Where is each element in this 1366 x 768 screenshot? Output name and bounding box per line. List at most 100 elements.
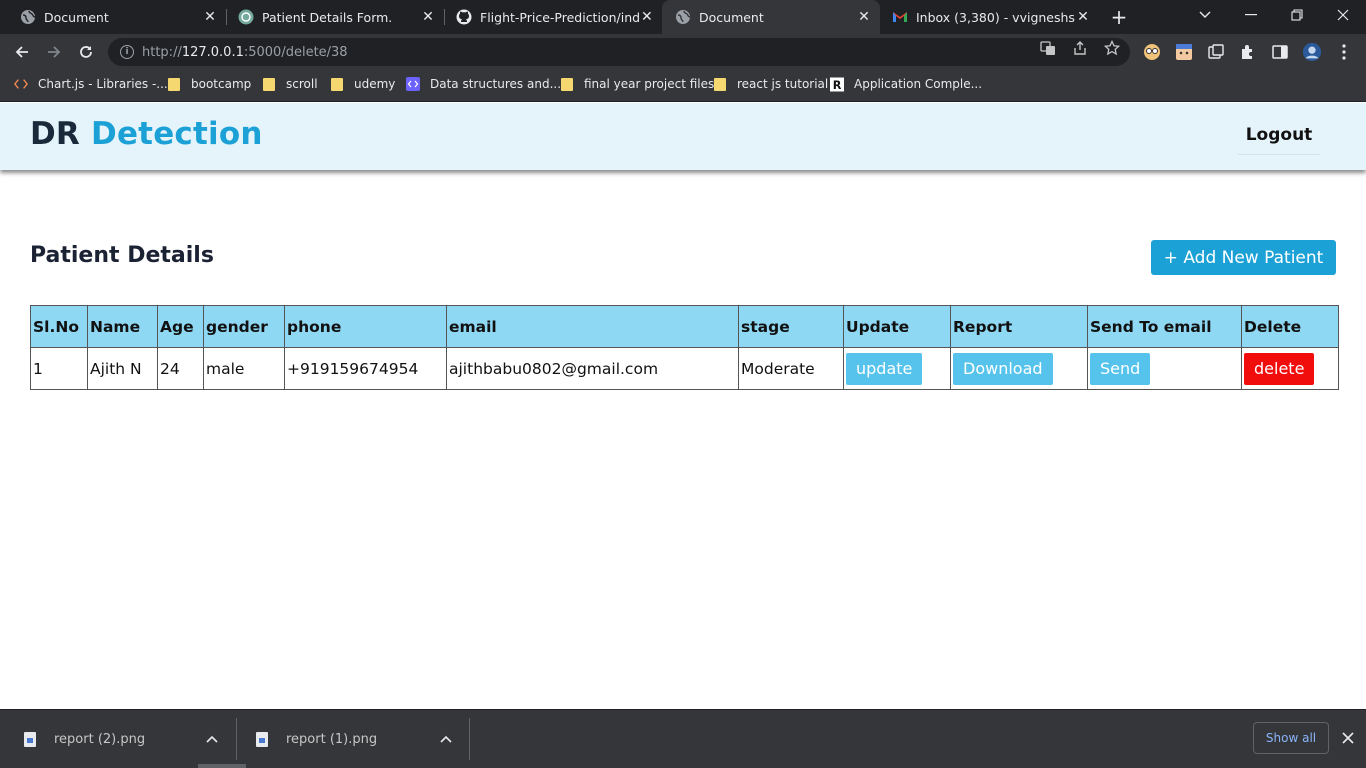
tab-title: Document [699, 9, 764, 25]
tab-github[interactable]: Flight-Price-Prediction/index. ✕ [436, 0, 662, 34]
side-panel-icon[interactable] [1270, 42, 1290, 62]
cell-gender: male [203, 347, 285, 390]
tab-title: Inbox (3,380) - vvigneshs157 [916, 9, 1076, 25]
minimize-button[interactable] [1228, 0, 1274, 30]
tab-gmail-inbox[interactable]: Inbox (3,380) - vvigneshs157 ✕ [872, 0, 1098, 34]
download-shelf: report (2).png report (1).png Show all [0, 709, 1366, 768]
column-header: phone [284, 305, 447, 348]
add-new-patient-button[interactable]: + Add New Patient [1151, 240, 1336, 275]
chevron-up-icon[interactable] [440, 732, 452, 746]
arrow-left-icon [15, 46, 28, 58]
column-header: stage [738, 305, 844, 348]
brand-logo[interactable]: DR Detection [30, 116, 263, 152]
bookmark-star-icon[interactable] [1104, 40, 1120, 56]
cell-stage: Moderate [738, 347, 844, 390]
share-icon[interactable] [1072, 40, 1088, 56]
bookmark-label: Data structures and... [430, 77, 562, 91]
tab-title: Flight-Price-Prediction/index. [480, 9, 640, 25]
delete-button[interactable]: delete [1244, 352, 1315, 385]
update-button[interactable]: update [846, 352, 923, 385]
puzzle-icon[interactable] [1238, 42, 1258, 62]
reload-icon [80, 46, 92, 58]
address-bar[interactable]: i http://127.0.0.1:5000/delete/38 [108, 38, 1130, 66]
close-icon[interactable]: ✕ [640, 9, 654, 25]
profile-avatar-icon[interactable] [1302, 42, 1322, 62]
close-icon[interactable]: ✕ [1076, 9, 1090, 25]
code-icon [14, 77, 28, 91]
bookmarks-bar: Chart.js - Libraries -... bootcamp scrol… [0, 70, 1366, 102]
code-icon [406, 77, 420, 91]
download-item[interactable]: report (1).png [256, 710, 468, 768]
chevron-up-icon[interactable] [206, 732, 218, 746]
show-all-button[interactable]: Show all [1253, 722, 1329, 754]
column-header: Delete [1241, 305, 1339, 348]
cell-delete: delete [1241, 347, 1339, 390]
logout-link[interactable]: Logout [1238, 125, 1320, 155]
download-filename: report (1).png [286, 731, 378, 747]
tab-search-button[interactable] [1182, 0, 1228, 30]
bookmark-label: bootcamp [191, 77, 252, 91]
brand-text-detection: Detection [91, 116, 263, 152]
close-icon[interactable]: ✕ [420, 9, 436, 25]
tab-document-active[interactable]: Document ✕ [662, 0, 880, 34]
download-report-button[interactable]: Download [953, 352, 1053, 385]
bookmark-label: scroll [286, 77, 318, 91]
cell-send: Send [1087, 347, 1242, 390]
close-icon[interactable]: ✕ [202, 9, 218, 25]
globe-icon [675, 9, 691, 25]
column-header: Report [950, 305, 1088, 348]
bookmark-folder-scroll[interactable]: scroll [262, 70, 318, 98]
column-header: Sl.No [30, 305, 88, 348]
close-icon [1337, 9, 1349, 21]
extension-face-icon[interactable] [1142, 42, 1162, 62]
browser-toolbar: i http://127.0.0.1:5000/delete/38 [0, 34, 1366, 70]
bookmark-folder-udemy[interactable]: udemy [330, 70, 395, 98]
bookmark-folder-bootcamp[interactable]: bootcamp [167, 70, 251, 98]
info-icon[interactable]: i [120, 45, 134, 59]
window-close-button[interactable] [1320, 0, 1366, 30]
cell-phone: +919159674954 [284, 347, 447, 390]
download-filename: report (2).png [54, 731, 146, 747]
send-email-button[interactable]: Send [1090, 352, 1151, 385]
arrow-right-icon [48, 46, 61, 58]
chevron-down-icon [1199, 11, 1211, 18]
file-image-icon [24, 731, 36, 747]
new-tab-button[interactable]: + [1107, 5, 1131, 29]
github-icon [456, 9, 472, 25]
tab-title: Document [44, 9, 109, 25]
menu-kebab-icon[interactable] [1334, 42, 1354, 62]
tab-document-1[interactable]: Document ✕ [0, 0, 226, 34]
cell-report: Download [950, 347, 1088, 390]
tab-patient-details-form[interactable]: Patient Details Form. ✕ [218, 0, 444, 34]
bookmark-folder-react[interactable]: react js tutorial [713, 70, 828, 98]
table-row: 1 Ajith N 24 male +919159674954 ajithbab… [30, 347, 1339, 390]
column-header: Send To email [1087, 305, 1242, 348]
translate-icon[interactable] [1040, 40, 1056, 56]
cell-name: Ajith N [87, 347, 158, 390]
bookmark-chartjs[interactable]: Chart.js - Libraries -... [14, 70, 168, 98]
back-button[interactable] [9, 39, 35, 65]
column-header: Age [157, 305, 204, 348]
close-icon[interactable] [1338, 728, 1358, 748]
download-item[interactable]: report (2).png [24, 710, 236, 768]
folder-icon [330, 77, 344, 91]
cell-email: ajithbabu0802@gmail.com [446, 347, 739, 390]
tab-strip: Document ✕ Patient Details Form. ✕ Fligh… [0, 0, 1366, 34]
cell-update: update [843, 347, 951, 390]
file-image-icon [256, 731, 268, 747]
folder-icon [167, 77, 181, 91]
site-navbar: DR Detection Logout [0, 103, 1366, 170]
bookmark-data-structures[interactable]: Data structures and... [406, 70, 561, 98]
extension-avatar-icon[interactable] [1174, 42, 1194, 62]
tab-groups-icon[interactable] [1206, 42, 1226, 62]
page-content: DR Detection Logout Patient Details + Ad… [0, 103, 1366, 709]
shelf-separator [469, 718, 470, 760]
reload-button[interactable] [73, 39, 99, 65]
folder-icon [262, 77, 276, 91]
cell-slno: 1 [30, 347, 88, 390]
bookmark-application[interactable]: R Application Comple... [830, 70, 982, 98]
restore-button[interactable] [1274, 0, 1320, 30]
forward-button[interactable] [41, 39, 67, 65]
close-icon[interactable]: ✕ [856, 9, 872, 25]
bookmark-folder-final-year[interactable]: final year project files [560, 70, 714, 98]
